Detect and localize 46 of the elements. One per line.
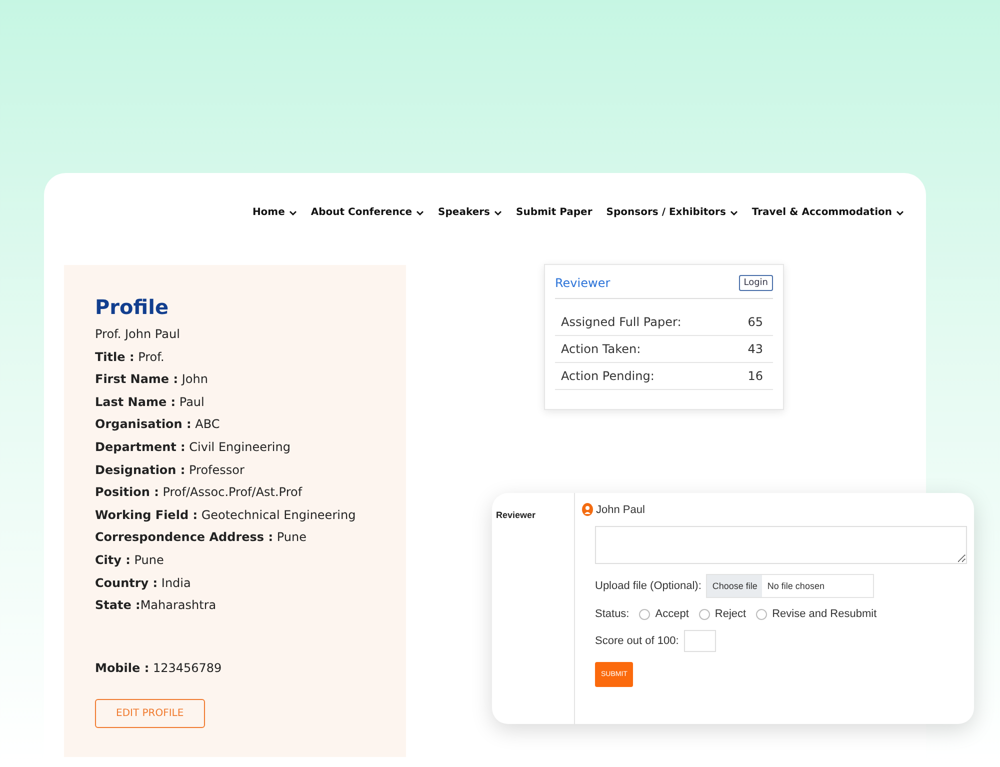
profile-name: Prof. John Paul (95, 327, 181, 343)
login-button[interactable]: Login (738, 275, 773, 291)
profile-field: Last Name : Paul (95, 394, 406, 418)
nav-link[interactable]: Sponsors / Exhibitors (606, 205, 738, 220)
profile-field: Working Field : Geotechnical Engineering (95, 508, 406, 530)
nav-link[interactable]: Home (252, 205, 297, 220)
profile-field: Organisation : ABC (95, 417, 406, 440)
profile-field: City : Pune (95, 552, 406, 576)
profile-field: Mobile : 123456789 (95, 660, 406, 684)
status-label: Status: (595, 608, 630, 620)
radio-button[interactable] (756, 608, 768, 620)
nav-link[interactable]: About Conference (310, 205, 424, 220)
profile-field: Designation : Professor (95, 462, 406, 486)
stat-label: Action Taken: (561, 342, 641, 356)
profile-field: First Name : John (95, 372, 406, 395)
radio-button[interactable] (639, 608, 650, 620)
user-name: John Paul (596, 504, 645, 516)
stat-value: 65 (748, 315, 763, 329)
profile-heading: Profile (95, 295, 170, 319)
radio-label: Reject (714, 608, 746, 620)
radio-label: Accept (655, 608, 689, 620)
stat-label: Action Pending: (561, 369, 654, 383)
profile-field: Correspondence Address : Pune (95, 530, 406, 553)
side-label: Reviewer (496, 510, 536, 520)
radio-label: Revise and Resubmit (772, 608, 877, 620)
profile-field: Department : Civil Engineering (95, 440, 406, 463)
choose-file-button[interactable]: Choose file (707, 575, 762, 597)
stat-label: Assigned Full Paper: (561, 315, 682, 329)
file-input[interactable]: Choose file No file chosen (706, 574, 874, 598)
stat-value: 43 (748, 342, 763, 356)
user-icon (582, 503, 593, 516)
nav-link[interactable]: Travel & Accommodation (752, 205, 904, 220)
score-label: Score out of 100: (595, 635, 679, 647)
nav-link[interactable]: Speakers (438, 205, 502, 220)
profile-field: Country : India (95, 576, 406, 598)
comment-field[interactable] (595, 526, 967, 564)
radio-button[interactable] (698, 608, 710, 620)
upload-label: Upload file (Optional): (595, 580, 702, 592)
profile-field: Position : Prof/Assoc.Prof/Ast.Prof (95, 485, 406, 508)
file-status: No file chosen (766, 581, 824, 591)
profile-field: State :Maharashtra (95, 598, 406, 621)
profile-field: Title : Prof. (95, 350, 406, 372)
stat-value: 16 (748, 369, 763, 383)
nav-link[interactable]: Submit Paper (516, 205, 592, 220)
card-title: Reviewer (555, 276, 610, 290)
score-field[interactable] (684, 630, 716, 652)
